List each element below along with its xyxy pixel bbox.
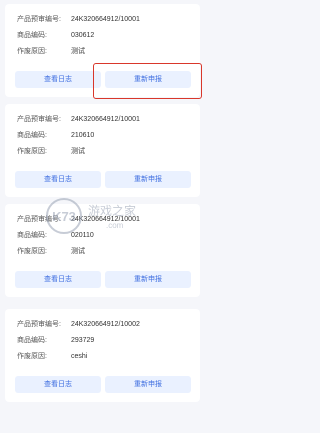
void-reason-row: 作废原因: 测试 (17, 147, 85, 157)
record-no-label: 产品预审编号: (17, 116, 61, 123)
void-reason-value: 测试 (70, 248, 85, 255)
void-reason-value: 测试 (70, 48, 85, 55)
void-reason-label: 作废原因: (17, 148, 47, 155)
record-no-row: 产品预审编号: 24K320664912/10002 (17, 320, 140, 330)
record-no-label: 产品预审编号: (17, 321, 61, 328)
record-no-value: 24K320664912/10001 (70, 16, 140, 23)
product-code-row: 商品编码: 030612 (17, 31, 94, 41)
product-code-label: 商品编码: (17, 232, 47, 239)
product-code-value: 210610 (70, 132, 95, 139)
void-reason-row: 作废原因: ceshi (17, 352, 87, 362)
record-card: 产品预审编号: 24K320664912/10001 商品编码: 020110 … (5, 204, 200, 297)
product-code-value: 020110 (70, 232, 94, 239)
view-log-button[interactable]: 查看日志 (15, 71, 101, 88)
void-reason-row: 作废原因: 测试 (17, 47, 85, 57)
product-code-value: 293729 (70, 337, 95, 344)
void-reason-label: 作废原因: (17, 353, 47, 360)
record-no-value: 24K320664912/10002 (70, 321, 140, 328)
resubmit-button[interactable]: 重新申报 (105, 271, 191, 288)
void-reason-value: 测试 (70, 148, 85, 155)
record-no-row: 产品预审编号: 24K320664912/10001 (17, 15, 140, 25)
product-code-label: 商品编码: (17, 337, 47, 344)
record-card: 产品预审编号: 24K320664912/10001 商品编码: 210610 … (5, 104, 200, 197)
view-log-button[interactable]: 查看日志 (15, 376, 101, 393)
product-code-row: 商品编码: 020110 (17, 231, 94, 241)
resubmit-button[interactable]: 重新申报 (105, 71, 191, 88)
record-no-label: 产品预审编号: (17, 16, 61, 23)
record-no-value: 24K320664912/10001 (70, 216, 140, 223)
product-code-value: 030612 (70, 32, 95, 39)
product-code-row: 商品编码: 293729 (17, 336, 94, 346)
product-code-label: 商品编码: (17, 32, 47, 39)
view-log-button[interactable]: 查看日志 (15, 271, 101, 288)
resubmit-button[interactable]: 重新申报 (105, 376, 191, 393)
record-list-page: 产品预审编号: 24K320664912/10001 商品编码: 030612 … (0, 0, 205, 433)
record-no-row: 产品预审编号: 24K320664912/10001 (17, 115, 140, 125)
record-card: 产品预审编号: 24K320664912/10001 商品编码: 030612 … (5, 4, 200, 97)
void-reason-row: 作废原因: 测试 (17, 247, 85, 257)
record-no-label: 产品预审编号: (17, 216, 61, 223)
product-code-row: 商品编码: 210610 (17, 131, 94, 141)
void-reason-value: ceshi (70, 353, 88, 360)
product-code-label: 商品编码: (17, 132, 47, 139)
view-log-button[interactable]: 查看日志 (15, 171, 101, 188)
resubmit-button[interactable]: 重新申报 (105, 171, 191, 188)
record-no-row: 产品预审编号: 24K320664912/10001 (17, 215, 140, 225)
void-reason-label: 作废原因: (17, 48, 47, 55)
record-no-value: 24K320664912/10001 (70, 116, 140, 123)
void-reason-label: 作废原因: (17, 248, 47, 255)
record-card: 产品预审编号: 24K320664912/10002 商品编码: 293729 … (5, 309, 200, 402)
